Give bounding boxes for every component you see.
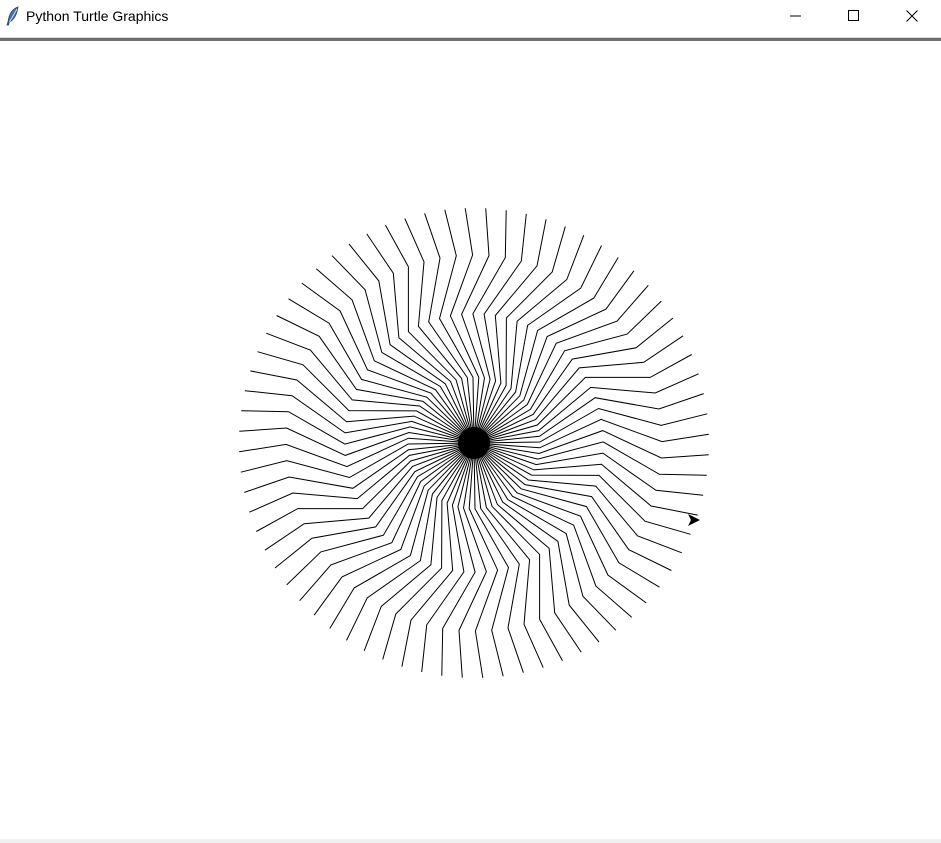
center-hub: [458, 427, 490, 459]
ray-line: [473, 442, 698, 516]
turtle-canvas[interactable]: [0, 41, 941, 839]
ray-line: [473, 213, 527, 444]
ray-line: [239, 437, 475, 468]
ray-line: [286, 442, 475, 586]
ray-line: [331, 255, 475, 444]
maximize-icon: [848, 10, 859, 21]
ray-line: [421, 442, 475, 673]
ray-line: [473, 430, 709, 459]
ray-line: [301, 282, 475, 444]
ray-line: [461, 208, 490, 444]
turtle-cursor-icon: [688, 514, 700, 526]
ray-line: [473, 300, 662, 444]
ray-line: [276, 315, 475, 444]
maximize-button[interactable]: [825, 0, 883, 32]
minimize-icon: [790, 15, 801, 17]
ray-line: [473, 442, 672, 571]
close-button[interactable]: [883, 0, 941, 32]
ray-line: [458, 442, 487, 678]
ray-line: [401, 442, 475, 667]
ray-line: [239, 427, 475, 456]
ray-line: [329, 442, 475, 629]
ray-line: [473, 442, 704, 496]
ray-line: [313, 442, 475, 616]
turtle-drawing: [239, 208, 709, 678]
ray-line: [473, 219, 547, 444]
ray-line: [473, 418, 709, 449]
turtle-window: Python Turtle Graphics: [0, 0, 941, 843]
ray-line: [449, 208, 480, 444]
window-controls: [767, 0, 941, 32]
ray-pattern: [239, 208, 709, 678]
ray-line: [288, 298, 475, 444]
ray-line: [244, 390, 475, 444]
feather-icon[interactable]: [2, 0, 24, 32]
ray-line: [473, 442, 660, 588]
close-icon: [906, 10, 918, 22]
ray-line: [468, 442, 499, 678]
ray-line: [473, 270, 635, 444]
ray-line: [473, 335, 684, 444]
ray-line: [366, 233, 475, 444]
minimize-button[interactable]: [767, 0, 825, 32]
ray-line: [473, 442, 582, 653]
ray-line: [250, 370, 475, 444]
window-bottom-edge: [0, 839, 941, 843]
ray-line: [473, 442, 647, 604]
ray-line: [473, 442, 617, 631]
ray-line: [346, 442, 475, 641]
ray-line: [473, 257, 619, 444]
ray-line: [473, 245, 602, 444]
title-bar[interactable]: Python Turtle Graphics: [0, 0, 941, 32]
window-title: Python Turtle Graphics: [26, 8, 169, 24]
ray-line: [264, 442, 475, 551]
